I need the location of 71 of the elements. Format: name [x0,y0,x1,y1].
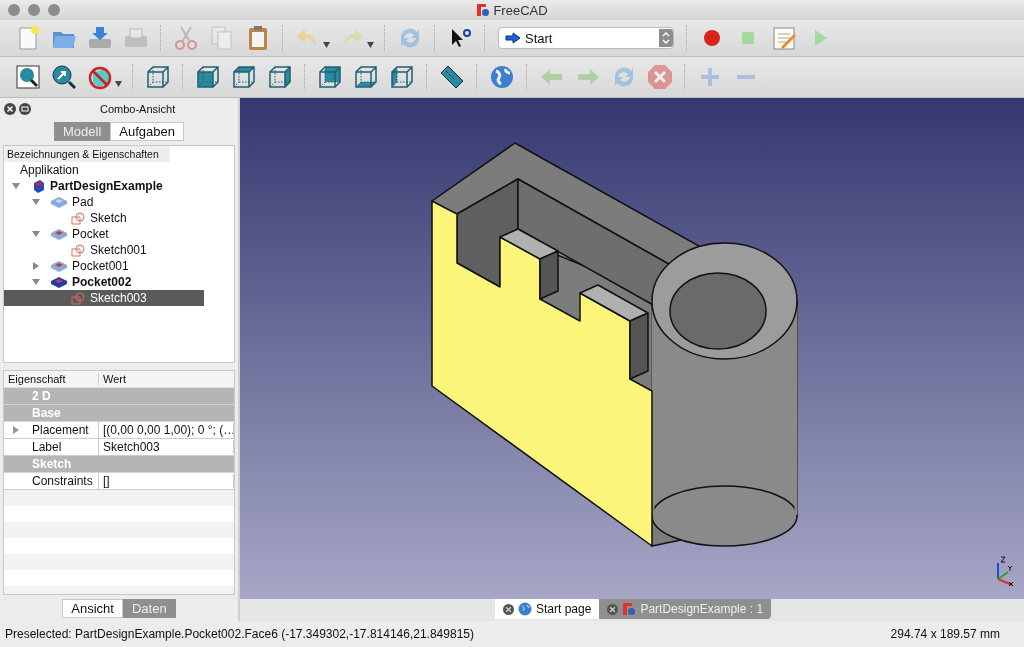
stop-sign-icon [646,63,674,91]
column-header: Bezeichnungen & Eigenschaften [4,146,170,162]
expanded-triangle-icon[interactable] [32,230,40,238]
status-message: Preselected: PartDesignExample.Pocket002.Face6 (-17.349302,-17.814146,21.849815) [5,627,474,641]
tree-item[interactable]: Pocket [4,226,234,242]
notepad-icon [770,24,798,52]
tree-item[interactable]: Applikation [4,162,234,178]
tree-item[interactable]: Sketch001 [4,242,234,258]
sketch-icon [70,211,86,225]
sketch-icon [70,243,86,257]
caret-icon [367,42,374,48]
pocket-icon [50,260,68,272]
property-value[interactable]: [] [99,474,234,488]
pocket-icon [50,228,68,240]
minimize-button[interactable] [28,4,40,16]
undock-icon[interactable] [19,103,31,115]
tree-item[interactable]: Pad [4,194,234,210]
panel-title: Combo-Ansicht [100,103,176,115]
tree-item[interactable]: PartDesignExample [4,178,234,194]
tree-item[interactable]: Sketch [4,210,234,226]
group-header: Sketch [31,457,72,471]
zoom-selection-icon [50,63,78,91]
property-name: Constraints [28,473,99,489]
pocket-icon [50,276,68,288]
cube-icon [194,63,222,91]
dimensions-label: 294.74 x 189.57 mm [890,627,1000,641]
globe-icon [488,63,516,91]
ruler-icon [438,63,466,91]
app-logo-icon [622,602,637,616]
workbench-dropdown[interactable]: Start [498,27,674,49]
sketch-icon [70,291,86,305]
globe-icon [518,602,532,616]
cube-icon [144,63,172,91]
pad-icon [50,196,68,208]
group-header: Base [31,406,61,420]
close-button[interactable] [8,4,20,16]
caret-icon [323,42,330,48]
document-tab[interactable]: Start page [495,599,600,619]
column-header: Eigenschaft [4,373,99,385]
close-icon[interactable] [503,603,514,615]
caret-icon [115,81,122,87]
window-title: FreeCAD [493,2,548,18]
stepper-icon [662,31,670,45]
tab[interactable]: Aufgaben [110,122,184,141]
column-header: Wert [102,373,127,385]
cube-icon [388,63,416,91]
collapsed-triangle-icon[interactable] [32,262,40,270]
scissors-icon [172,24,200,52]
tree-item[interactable]: Pocket001 [4,258,234,274]
zoom-fit-icon [14,63,42,91]
cube-icon [316,63,344,91]
zoom-button[interactable] [48,4,60,16]
app-logo-icon [476,3,491,17]
property-name: Placement [28,422,99,438]
arrow-icon [505,32,521,44]
cube-icon [352,63,380,91]
property-value[interactable]: Sketch003 [99,440,234,454]
expanded-triangle-icon[interactable] [12,182,20,190]
group-header: 2 D [31,389,51,403]
expanded-triangle-icon[interactable] [32,278,40,286]
property-name: Label [28,439,99,455]
tab[interactable]: Ansicht [62,599,123,618]
expanded-triangle-icon[interactable] [32,198,40,206]
close-icon[interactable] [607,603,619,615]
close-icon[interactable] [4,103,16,115]
tree-item[interactable]: Pocket002 [4,274,234,290]
expand-triangle-icon[interactable] [13,426,19,434]
tree-item[interactable]: Sketch003 [4,290,204,306]
cube-icon [266,63,294,91]
cube-icon [230,63,258,91]
property-value[interactable]: [(0,00 0,00 1,00); 0 °; (… [99,423,234,437]
